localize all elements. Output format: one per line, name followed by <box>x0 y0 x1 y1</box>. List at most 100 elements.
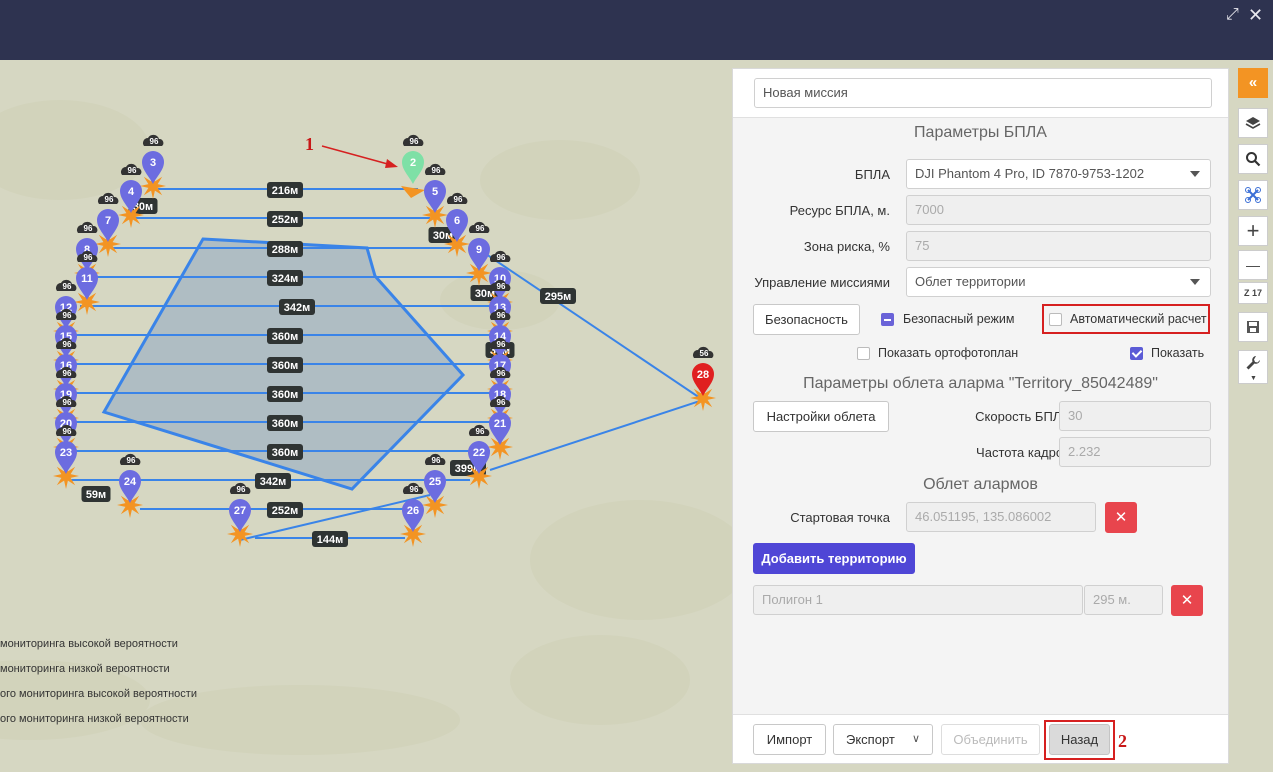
mgmt-select-value: Облет территории <box>915 274 1026 289</box>
distance-label: 252м <box>267 502 303 518</box>
chevron-down-icon <box>1190 171 1200 177</box>
distance-label: 342м <box>255 473 291 489</box>
frame-field[interactable]: 2.232 <box>1059 437 1211 467</box>
uav-select-value: DJI Phantom 4 Pro, ID 7870-9753-1202 <box>915 166 1145 181</box>
wrench-icon <box>1246 356 1260 370</box>
svg-text:96: 96 <box>497 398 506 407</box>
svg-text:96: 96 <box>476 224 485 233</box>
waypoint-number: 6 <box>454 215 460 227</box>
flight-settings-button[interactable]: Настройки облета <box>753 401 889 432</box>
annotation-arrowhead <box>385 159 398 168</box>
safety-button[interactable]: Безопасность <box>753 304 860 335</box>
svg-text:252м: 252м <box>272 505 299 517</box>
svg-text:324м: 324м <box>272 273 299 285</box>
svg-text:96: 96 <box>63 398 72 407</box>
svg-text:96: 96 <box>127 456 136 465</box>
svg-text:360м: 360м <box>272 418 299 430</box>
svg-text:295м: 295м <box>545 291 572 303</box>
weather-cloud-icon: 56 <box>693 346 714 358</box>
merge-button[interactable]: Объединить <box>941 724 1040 755</box>
resource-field[interactable]: 7000 <box>906 195 1211 225</box>
waypoint-number: 25 <box>429 476 441 488</box>
panel-footer: Импорт Экспорт ∨ Объединить Назад <box>733 714 1228 763</box>
search-button[interactable] <box>1238 144 1268 174</box>
frame-label: Частота кадров <box>976 445 1070 460</box>
polygon-name-field[interactable]: Полигон 1 <box>753 585 1083 615</box>
svg-text:360м: 360м <box>272 389 299 401</box>
svg-text:342м: 342м <box>284 302 311 314</box>
add-territory-button[interactable]: Добавить территорию <box>753 543 915 574</box>
drone-icon <box>1245 187 1261 203</box>
svg-text:96: 96 <box>84 224 93 233</box>
weather-cloud-icon: 96 <box>403 482 424 494</box>
weather-cloud-icon: 96 <box>120 453 141 465</box>
speed-field[interactable]: 30 <box>1059 401 1211 431</box>
distance-label: 288м <box>267 241 303 257</box>
delete-start-button[interactable]: ✕ <box>1105 502 1137 533</box>
waypoint-number: 5 <box>432 186 438 198</box>
delete-polygon-button[interactable]: ✕ <box>1171 585 1203 616</box>
svg-text:96: 96 <box>497 282 506 291</box>
svg-text:252м: 252м <box>272 214 299 226</box>
weather-cloud-icon: 96 <box>490 250 511 262</box>
mgmt-select[interactable]: Облет территории <box>906 267 1211 297</box>
waypoint-number: 22 <box>473 447 485 459</box>
legend-item: ого мониторинга низкой вероятности <box>0 713 189 725</box>
svg-text:96: 96 <box>454 195 463 204</box>
weather-cloud-icon: 96 <box>425 163 446 175</box>
svg-text:96: 96 <box>497 311 506 320</box>
ortho-checkbox[interactable] <box>857 347 870 360</box>
start-point-field[interactable]: 46.051195, 135.086002 <box>906 502 1096 532</box>
drone-button[interactable] <box>1238 180 1268 210</box>
safe-mode-checkbox[interactable] <box>881 313 894 326</box>
weather-cloud-icon: 96 <box>56 279 77 291</box>
legend-item: ого мониторинга высокой вероятности <box>0 688 197 700</box>
search-icon <box>1246 152 1261 167</box>
tools-button[interactable]: ▼ <box>1238 350 1268 384</box>
waypoint-number: 23 <box>60 447 72 459</box>
svg-text:59м: 59м <box>86 489 106 501</box>
uav-select[interactable]: DJI Phantom 4 Pro, ID 7870-9753-1202 <box>906 159 1211 189</box>
zoom-out-button[interactable]: — <box>1238 250 1268 280</box>
svg-text:96: 96 <box>63 311 72 320</box>
auto-calc-checkbox[interactable] <box>1049 313 1062 326</box>
layers-button[interactable] <box>1238 108 1268 138</box>
mission-panel: Новая миссия Параметры БПЛА БПЛА DJI Pha… <box>732 68 1229 764</box>
chevron-down-icon <box>1190 279 1200 285</box>
svg-text:96: 96 <box>237 485 246 494</box>
svg-text:96: 96 <box>63 282 72 291</box>
svg-text:96: 96 <box>63 427 72 436</box>
save-map-button[interactable] <box>1238 312 1268 342</box>
mission-name-input[interactable]: Новая миссия <box>754 78 1212 108</box>
map-save-icon <box>1247 321 1259 333</box>
distance-label: 360м <box>267 415 303 431</box>
svg-text:96: 96 <box>497 369 506 378</box>
polygon-dist-field[interactable]: 295 м. <box>1084 585 1163 615</box>
start-label: Стартовая точка <box>790 510 890 525</box>
zoom-in-button[interactable]: + <box>1238 216 1268 246</box>
risk-label: Зона риска, % <box>803 239 890 254</box>
distance-label: 360м <box>267 357 303 373</box>
ortho-label: Показать ортофотоплан <box>878 346 1019 360</box>
zoom-level: Z 17 <box>1238 282 1268 304</box>
show-checkbox[interactable] <box>1130 347 1143 360</box>
back-button[interactable]: Назад <box>1049 724 1110 755</box>
import-button[interactable]: Импорт <box>753 724 826 755</box>
svg-text:96: 96 <box>105 195 114 204</box>
terrain-patch <box>530 500 732 620</box>
svg-text:144м: 144м <box>317 534 344 546</box>
svg-text:288м: 288м <box>272 244 299 256</box>
annotation-arrow <box>321 145 396 167</box>
waypoint-number: 26 <box>407 505 419 517</box>
map-view[interactable]: 216м 252м 288м 324м 342м 360м 360м 360м 360м 360м… <box>0 60 732 772</box>
svg-text:96: 96 <box>63 340 72 349</box>
alarms-title: Облет алармов <box>923 476 1038 493</box>
speed-label: Скорость БПЛА <box>975 409 1070 424</box>
svg-text:96: 96 <box>432 166 441 175</box>
annotation-2: 2 <box>1118 731 1127 751</box>
collapse-panel-button[interactable]: « <box>1238 68 1268 98</box>
export-button[interactable]: Экспорт ∨ <box>833 724 933 755</box>
risk-field[interactable]: 75 <box>906 231 1211 261</box>
close-icon[interactable]: ✕ <box>1248 6 1263 24</box>
expand-icon[interactable]: ⤢ <box>1226 6 1239 24</box>
